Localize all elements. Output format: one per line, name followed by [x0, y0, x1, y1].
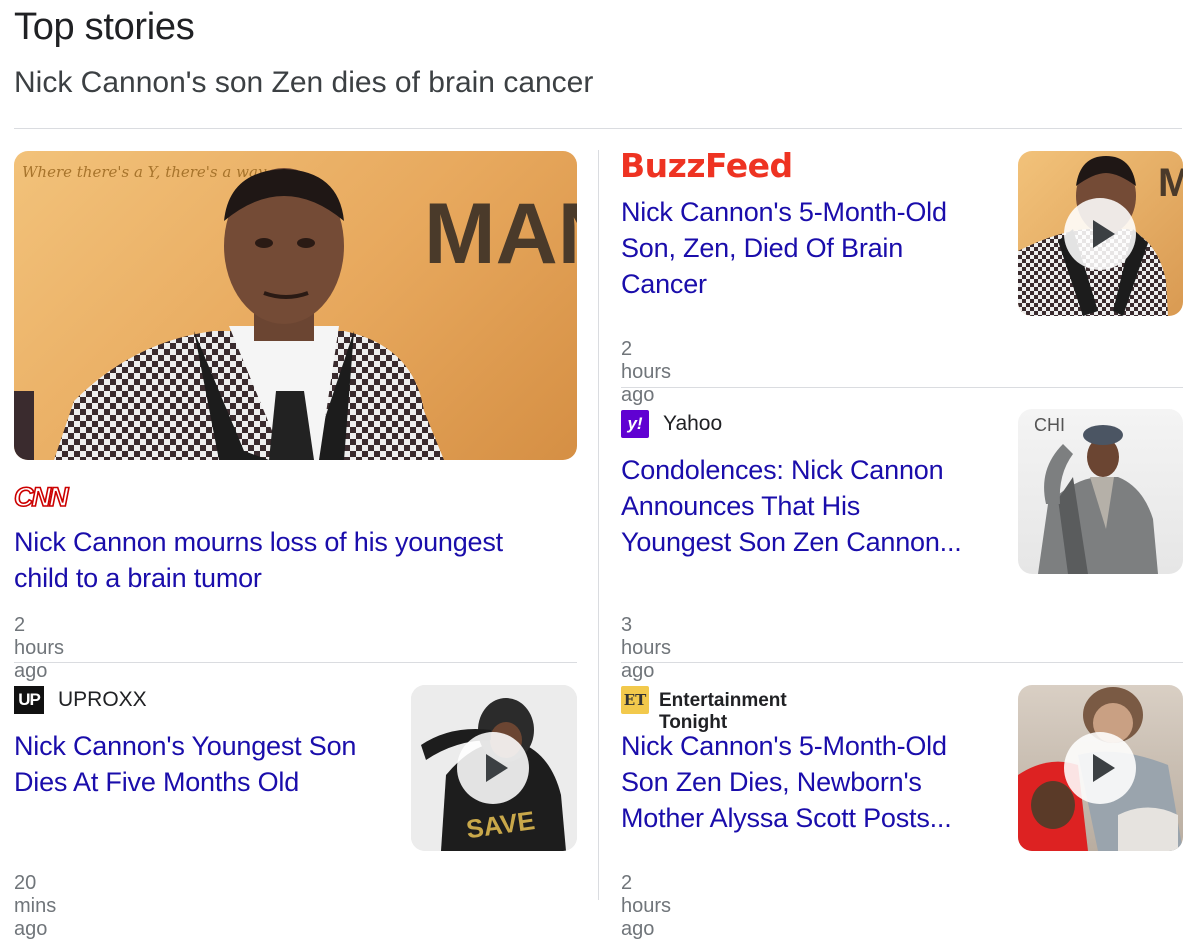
hero-backdrop-text: MAN: [424, 186, 577, 282]
headline-line: Nick Cannon mourns loss of his youngest: [14, 527, 503, 557]
cnn-logo: CNN: [13, 481, 69, 513]
headline-line: Nick Cannon's Youngest Son: [14, 731, 357, 761]
yahoo-source-name: Yahoo: [663, 412, 723, 435]
buzzfeed-backdrop-text: M: [1158, 161, 1183, 205]
headline-line: Nick Cannon's 5-Month-Old: [621, 731, 947, 761]
headline-line: Announces That His: [621, 491, 861, 521]
et-logo: ET: [621, 686, 649, 714]
headline-line: Son, Zen, Died Of Brain: [621, 233, 904, 263]
headline-line: child to a brain tumor: [14, 563, 262, 593]
story-headline-yahoo[interactable]: Condolences: Nick Cannon Announces That …: [621, 452, 1001, 560]
story-headline-uproxx[interactable]: Nick Cannon's Youngest Son Dies At Five …: [14, 728, 394, 800]
play-icon[interactable]: [457, 732, 529, 804]
uproxx-logo: UP: [14, 686, 44, 714]
yahoo-thumbnail[interactable]: CHI: [1018, 409, 1183, 574]
story-headline-buzzfeed[interactable]: Nick Cannon's 5-Month-Old Son, Zen, Died…: [621, 194, 1001, 302]
story-headline-et[interactable]: Nick Cannon's 5-Month-Old Son Zen Dies, …: [621, 728, 1001, 836]
hero-photo-graphic: Where there's a Y, there's a way. MAN: [14, 163, 577, 460]
story-time-cnn: 2 hours ago: [14, 614, 65, 682]
yahoo-backdrop-text: CHI: [1034, 415, 1065, 435]
headline-line: Nick Cannon's 5-Month-Old: [621, 197, 947, 227]
hero-wall-text: Where there's a Y, there's a way.: [22, 163, 269, 181]
uproxx-thumbnail[interactable]: SAVE: [411, 685, 577, 851]
yahoo-logo: y!: [621, 410, 649, 438]
buzzfeed-thumbnail[interactable]: M: [1018, 151, 1183, 316]
story-time-yahoo: 3 hours ago: [621, 614, 672, 682]
hero-thumbnail[interactable]: Where there's a Y, there's a way. MAN: [14, 151, 577, 460]
play-icon[interactable]: [1064, 198, 1136, 270]
story-time-uproxx: 20 mins ago: [14, 872, 57, 940]
headline-line: Son Zen Dies, Newborn's: [621, 767, 922, 797]
headline-line: Cancer: [621, 269, 707, 299]
headline-line: Youngest Son Zen Cannon...: [621, 527, 962, 557]
yahoo-photo-graphic: CHI: [1034, 415, 1158, 574]
story-headline-cnn[interactable]: Nick Cannon mourns loss of his youngest …: [14, 524, 584, 596]
headline-line: Condolences: Nick Cannon: [621, 455, 944, 485]
story-divider: [621, 662, 1183, 663]
story-time-buzzfeed: 2 hours ago: [621, 338, 672, 406]
headline-line: Mother Alyssa Scott Posts...: [621, 803, 952, 833]
topic-subtitle[interactable]: Nick Cannon's son Zen dies of brain canc…: [14, 66, 593, 100]
headline-line: Dies At Five Months Old: [14, 767, 300, 797]
uproxx-source-name: UPROXX: [58, 688, 147, 711]
buzzfeed-logo: BuzzFeed: [620, 146, 793, 185]
story-divider: [14, 662, 577, 663]
page-title: Top stories: [14, 6, 195, 48]
play-icon[interactable]: [1064, 732, 1136, 804]
header-divider: [14, 128, 1182, 129]
story-time-et: 2 hours ago: [621, 872, 672, 940]
et-thumbnail[interactable]: [1018, 685, 1183, 851]
column-divider: [598, 150, 599, 900]
story-divider: [621, 387, 1183, 388]
